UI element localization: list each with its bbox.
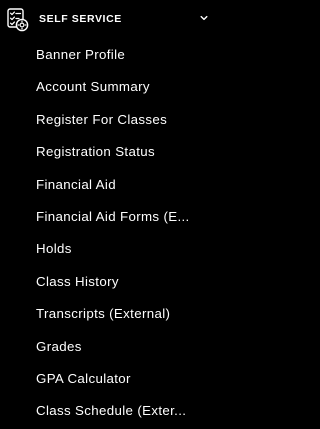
menu-item-gpa-calculator[interactable]: GPA Calculator (0, 363, 214, 395)
self-service-section-header[interactable]: SELF SERVICE (0, 0, 214, 38)
menu-item-class-history[interactable]: Class History (0, 266, 214, 298)
menu-item-financial-aid-forms[interactable]: Financial Aid Forms (E... (0, 201, 214, 233)
menu-item-label: Grades (36, 338, 82, 354)
menu-item-grades[interactable]: Grades (0, 331, 214, 363)
menu-item-label: Transcripts (External) (36, 306, 171, 322)
menu-item-banner-profile[interactable]: Banner Profile (0, 39, 214, 71)
self-service-menu: Banner Profile Account Summary Register … (0, 39, 214, 428)
menu-item-register-for-classes[interactable]: Register For Classes (0, 104, 214, 136)
menu-item-account-summary[interactable]: Account Summary (0, 71, 214, 103)
menu-item-class-schedule[interactable]: Class Schedule (Exter... (0, 395, 214, 427)
menu-item-label: Banner Profile (36, 47, 126, 62)
menu-item-label: GPA Calculator (36, 370, 131, 386)
menu-item-label: Class History (36, 273, 119, 289)
menu-item-label: Class Schedule (Exter... (36, 403, 187, 419)
chevron-down-icon[interactable] (199, 13, 209, 23)
menu-item-holds[interactable]: Holds (0, 233, 214, 265)
section-title: SELF SERVICE (39, 13, 122, 25)
side-navigation: SELF SERVICE Banner Profile Account Summ… (0, 0, 214, 429)
menu-item-registration-status[interactable]: Registration Status (0, 136, 214, 168)
menu-item-label: Financial Aid Forms (E... (36, 208, 190, 224)
menu-item-label: Registration Status (36, 144, 155, 160)
menu-item-transcripts[interactable]: Transcripts (External) (0, 298, 214, 330)
menu-item-financial-aid[interactable]: Financial Aid (0, 169, 214, 201)
menu-item-label: Register For Classes (36, 111, 168, 127)
menu-item-label: Account Summary (36, 79, 150, 95)
checklist-settings-icon (7, 8, 29, 32)
menu-item-label: Holds (36, 241, 72, 257)
menu-item-label: Financial Aid (36, 176, 116, 192)
